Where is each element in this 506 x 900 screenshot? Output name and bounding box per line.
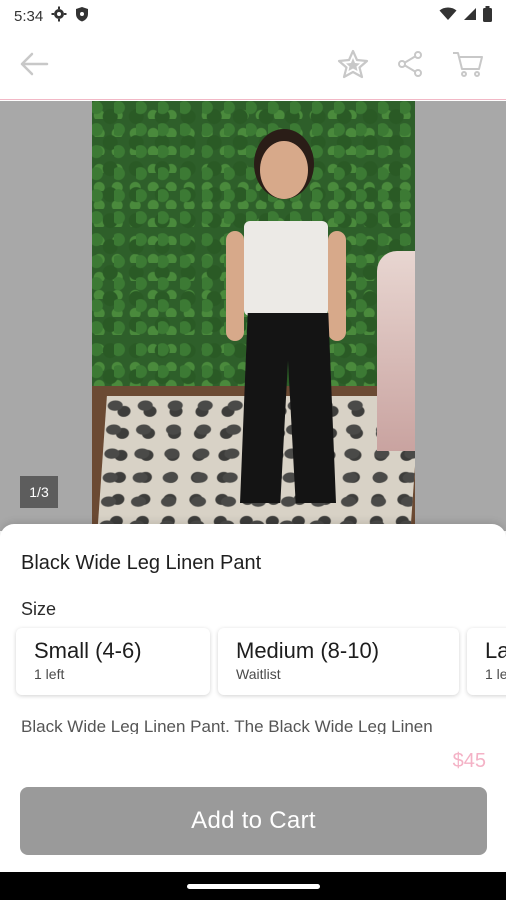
battery-icon bbox=[483, 6, 492, 26]
size-options: Small (4-6) 1 left Medium (8-10) Waitlis… bbox=[16, 628, 506, 695]
star-icon bbox=[337, 49, 369, 84]
home-gesture-handle[interactable] bbox=[187, 884, 320, 889]
image-counter: 1/3 bbox=[20, 476, 58, 508]
size-option-availability: 1 left bbox=[34, 666, 65, 682]
add-to-cart-button[interactable]: Add to Cart bbox=[20, 787, 487, 855]
size-option-name: Small (4-6) bbox=[34, 638, 142, 663]
size-option-availability: Waitlist bbox=[236, 666, 281, 682]
status-left: 5:34 bbox=[14, 6, 89, 26]
favorite-button[interactable] bbox=[333, 46, 373, 86]
model-white-top bbox=[244, 221, 328, 316]
model-arm-left bbox=[226, 231, 244, 341]
cart-icon bbox=[452, 50, 484, 83]
wifi-icon bbox=[439, 7, 457, 25]
status-right bbox=[439, 6, 492, 26]
product-description: Black Wide Leg Linen Pant. The Black Wid… bbox=[21, 717, 433, 734]
signal-icon bbox=[463, 7, 477, 25]
shield-icon bbox=[75, 6, 89, 26]
model-arm-right bbox=[328, 231, 346, 341]
top-toolbar bbox=[0, 32, 506, 100]
model-black-pants bbox=[240, 313, 336, 503]
size-option-large[interactable]: La 1 le bbox=[467, 628, 506, 695]
product-details-sheet: Black Wide Leg Linen Pant Size Small (4-… bbox=[0, 524, 506, 734]
product-price: $45 bbox=[452, 750, 486, 772]
product-image-gallery[interactable] bbox=[0, 101, 506, 531]
product-photo bbox=[92, 101, 415, 531]
back-button[interactable] bbox=[14, 46, 54, 86]
gear-icon bbox=[51, 6, 67, 26]
photo-model bbox=[226, 141, 346, 511]
size-option-small[interactable]: Small (4-6) 1 left bbox=[16, 628, 210, 695]
purchase-bar: $45 Add to Cart bbox=[0, 734, 506, 872]
back-arrow-icon bbox=[19, 52, 49, 81]
system-nav-bar bbox=[0, 872, 506, 900]
size-option-name: La bbox=[485, 638, 506, 663]
status-bar: 5:34 bbox=[0, 0, 506, 32]
share-button[interactable] bbox=[390, 46, 430, 86]
size-option-medium[interactable]: Medium (8-10) Waitlist bbox=[218, 628, 459, 695]
product-title: Black Wide Leg Linen Pant bbox=[21, 552, 262, 574]
size-option-availability: 1 le bbox=[485, 666, 506, 682]
model-head bbox=[260, 141, 308, 199]
size-option-name: Medium (8-10) bbox=[236, 638, 380, 663]
share-icon bbox=[396, 50, 424, 83]
size-label: Size bbox=[21, 599, 57, 619]
photo-hanging-dress bbox=[377, 251, 415, 451]
status-time: 5:34 bbox=[14, 7, 44, 25]
cart-button[interactable] bbox=[448, 46, 488, 86]
